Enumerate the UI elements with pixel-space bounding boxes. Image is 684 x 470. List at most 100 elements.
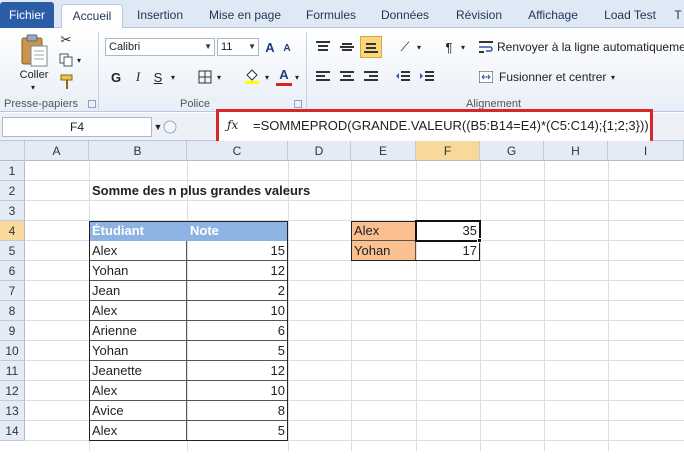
merge-center-dropdown-icon[interactable]: ▾ xyxy=(608,68,618,86)
tab-donnees[interactable]: Données xyxy=(372,4,438,28)
paste-button[interactable]: Coller xyxy=(14,68,54,82)
column-header-e[interactable]: E xyxy=(351,141,416,161)
shrink-font-button[interactable]: A xyxy=(280,40,294,56)
font-name-select[interactable]: Calibri ▼ xyxy=(105,38,215,56)
copy-dropdown-arrow-icon[interactable]: ▾ xyxy=(74,52,84,68)
gridline-vertical xyxy=(416,161,417,451)
row-header-13[interactable]: 13 xyxy=(0,401,25,421)
insert-function-icon[interactable]: ƒx xyxy=(227,118,238,132)
tab-truncated[interactable]: T xyxy=(672,4,684,28)
column-header-i[interactable]: I xyxy=(608,141,684,161)
row-header-3[interactable]: 3 xyxy=(0,201,25,221)
gridline-vertical xyxy=(351,161,352,451)
wrap-text-icon[interactable] xyxy=(478,38,494,56)
merge-center-button[interactable]: Fusionner et centrer xyxy=(499,68,606,86)
row-header-9[interactable]: 9 xyxy=(0,321,25,341)
orientation-icon[interactable]: ⟋ xyxy=(394,38,416,56)
fill-color-dropdown-icon[interactable]: ▾ xyxy=(262,68,272,86)
column-header-f[interactable]: F xyxy=(416,141,480,161)
row-header-8[interactable]: 8 xyxy=(0,301,25,321)
student-table-border xyxy=(89,221,288,441)
ribbon-separator xyxy=(98,32,99,110)
copy-icon[interactable] xyxy=(58,52,74,68)
increase-indent-icon[interactable] xyxy=(418,68,436,86)
row-header-7[interactable]: 7 xyxy=(0,281,25,301)
tab-formules[interactable]: Formules xyxy=(298,4,364,28)
merge-center-icon[interactable] xyxy=(478,68,494,86)
tab-load-test[interactable]: Load Test xyxy=(598,4,662,28)
formula-bar-resize-handle-icon[interactable] xyxy=(162,119,178,135)
chevron-down-icon: ▼ xyxy=(248,42,256,51)
gridline-vertical xyxy=(544,161,545,451)
chevron-down-icon: ▼ xyxy=(204,42,212,51)
font-color-button[interactable]: A xyxy=(276,66,292,86)
column-header-c[interactable]: C xyxy=(187,141,288,161)
ribbon-separator xyxy=(306,32,307,110)
column-header-g[interactable]: G xyxy=(480,141,544,161)
font-size-value: 11 xyxy=(221,41,233,53)
align-center-icon[interactable] xyxy=(338,68,356,86)
align-bottom-icon[interactable] xyxy=(360,36,382,58)
formula-highlight-box: ƒx =SOMMEPROD(GRANDE.VALEUR((B5:B14=E4)*… xyxy=(216,109,653,145)
gridline-vertical xyxy=(288,161,289,451)
fill-handle[interactable] xyxy=(477,238,482,243)
align-right-icon[interactable] xyxy=(362,68,380,86)
underline-button[interactable]: S xyxy=(150,68,166,86)
row-header-10[interactable]: 10 xyxy=(0,341,25,361)
paste-icon[interactable] xyxy=(14,32,54,70)
text-direction-icon[interactable]: ¶ xyxy=(440,38,458,56)
grow-font-button[interactable]: A xyxy=(262,38,278,56)
column-header-a[interactable]: A xyxy=(25,141,89,161)
wrap-text-button[interactable]: Renvoyer à la ligne automatiquement xyxy=(497,38,684,56)
select-all-corner[interactable] xyxy=(0,141,25,161)
row-header-11[interactable]: 11 xyxy=(0,361,25,381)
ribbon: Coller ▾ ✂ ▾ Presse-papiers Calibri ▼ 11… xyxy=(0,28,684,112)
column-header-b[interactable]: B xyxy=(89,141,187,161)
formula-bar: F4 ▼ ƒx =SOMMEPROD(GRANDE.VALEUR((B5:B14… xyxy=(0,109,684,145)
underline-dropdown-icon[interactable]: ▾ xyxy=(168,68,178,86)
row-header-2[interactable]: 2 xyxy=(0,181,25,201)
paste-dropdown-arrow-icon[interactable]: ▾ xyxy=(26,82,40,92)
tab-mise-en-page[interactable]: Mise en page xyxy=(200,4,290,28)
bold-button[interactable]: G xyxy=(108,68,124,86)
row-header-4[interactable]: 4 xyxy=(0,221,25,241)
group-label-font: Police xyxy=(180,98,210,110)
gridline-vertical xyxy=(480,161,481,451)
clipboard-launcher-icon[interactable] xyxy=(88,100,96,108)
formula-input[interactable]: =SOMMEPROD(GRANDE.VALEUR((B5:B14=E4)*(C5… xyxy=(253,118,649,133)
align-left-icon[interactable] xyxy=(314,68,332,86)
group-label-clipboard: Presse-papiers xyxy=(4,98,78,110)
decrease-indent-icon[interactable] xyxy=(394,68,412,86)
align-top-icon[interactable] xyxy=(314,38,332,56)
borders-icon[interactable] xyxy=(196,68,214,86)
italic-button[interactable]: I xyxy=(130,68,146,86)
tab-insertion[interactable]: Insertion xyxy=(128,4,192,28)
font-color-dropdown-icon[interactable]: ▾ xyxy=(292,68,302,86)
row-header-1[interactable]: 1 xyxy=(0,161,25,181)
tab-fichier[interactable]: Fichier xyxy=(0,2,54,28)
active-cell-f4[interactable] xyxy=(415,220,481,242)
name-box[interactable]: F4 xyxy=(2,117,152,137)
text-direction-dropdown-icon[interactable]: ▾ xyxy=(458,38,468,56)
tab-affichage[interactable]: Affichage xyxy=(518,4,588,28)
column-header-h[interactable]: H xyxy=(544,141,608,161)
fill-color-icon[interactable] xyxy=(242,66,262,86)
font-size-select[interactable]: 11 ▼ xyxy=(217,38,259,56)
orientation-dropdown-icon[interactable]: ▾ xyxy=(414,38,424,56)
font-launcher-icon[interactable] xyxy=(294,100,302,108)
row-header-6[interactable]: 6 xyxy=(0,261,25,281)
format-painter-icon[interactable] xyxy=(58,74,76,90)
gridline-vertical xyxy=(608,161,609,451)
borders-dropdown-icon[interactable]: ▾ xyxy=(214,68,224,86)
tab-revision[interactable]: Révision xyxy=(448,4,510,28)
row-header-14[interactable]: 14 xyxy=(0,421,25,441)
align-middle-icon[interactable] xyxy=(338,38,356,56)
sheet-title-cell[interactable]: Somme des n plus grandes valeurs xyxy=(89,181,349,201)
font-name-value: Calibri xyxy=(109,41,141,53)
ribbon-tabs: Fichier Accueil Insertion Mise en page F… xyxy=(0,0,684,29)
row-header-5[interactable]: 5 xyxy=(0,241,25,261)
tab-accueil[interactable]: Accueil xyxy=(61,4,123,29)
row-header-12[interactable]: 12 xyxy=(0,381,25,401)
column-header-d[interactable]: D xyxy=(288,141,351,161)
cut-icon[interactable]: ✂ xyxy=(58,32,74,48)
